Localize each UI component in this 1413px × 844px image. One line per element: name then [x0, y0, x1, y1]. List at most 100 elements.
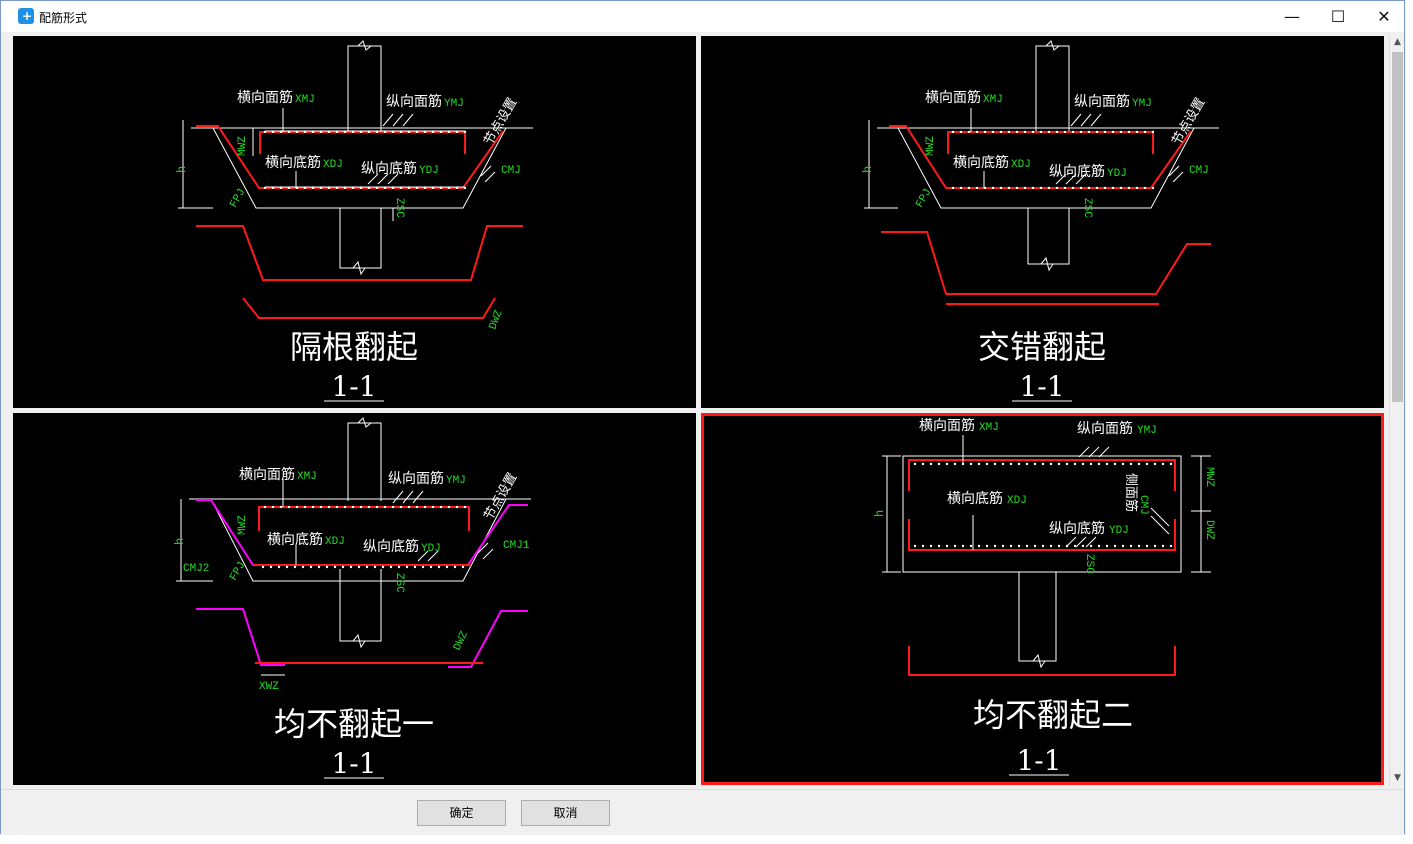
minimize-button[interactable]: —	[1269, 1, 1315, 32]
rebar-dot	[1145, 462, 1149, 466]
label-xmj: XMJ	[979, 422, 999, 434]
rebar-dot	[945, 462, 949, 466]
rebar-dot	[1049, 544, 1053, 548]
rebar-dot	[455, 130, 459, 134]
label-ymj: YMJ	[1132, 98, 1152, 110]
rebar-dot	[1033, 544, 1037, 548]
rebar-dot	[407, 186, 411, 190]
rebar-dot	[1113, 544, 1117, 548]
label-mwz: MWZ	[237, 515, 249, 535]
rebar-dot	[319, 505, 323, 509]
rebar-dot	[463, 186, 467, 190]
rebar-dot	[975, 186, 979, 190]
rebar-dot	[1079, 186, 1083, 190]
label-zsc: ZSC	[393, 573, 405, 593]
rebar-dot	[269, 565, 273, 569]
rebar-dot	[1105, 544, 1109, 548]
rebar-dot	[455, 186, 459, 190]
ok-button[interactable]: 确定	[417, 800, 506, 826]
scroll-thumb[interactable]	[1392, 52, 1403, 402]
rebar-dot	[271, 186, 275, 190]
rebar-dot	[1071, 186, 1075, 190]
label-ydj-cn: 纵向底筋	[363, 538, 419, 555]
rebar-dot	[1023, 186, 1027, 190]
rebar-dot	[1041, 462, 1045, 466]
rebar-dot	[1137, 462, 1141, 466]
rebar-dot	[1001, 462, 1005, 466]
app-logo-icon: +	[18, 8, 34, 24]
section-label: 1-1	[1019, 370, 1064, 403]
rebar-dot	[389, 565, 393, 569]
option-panel-none-bent-1[interactable]: 横向面筋 XMJ 纵向面筋 YMJ 横向底筋 XDJ 纵向底筋 YDJ 节点设置…	[13, 413, 696, 785]
rebar-dot	[1055, 130, 1059, 134]
rebar-dot	[1007, 186, 1011, 190]
maximize-button[interactable]: ☐	[1315, 1, 1361, 32]
rebar-dot	[391, 186, 395, 190]
rebar-dot	[453, 565, 457, 569]
cancel-button[interactable]: 取消	[521, 800, 610, 826]
rebar-dot	[423, 505, 427, 509]
label-xdj-cn: 横向底筋	[265, 154, 321, 171]
option-panel-staggered-bent[interactable]: 横向面筋 XMJ 纵向面筋 YMJ 横向底筋 XDJ 纵向底筋 YDJ 节点设置…	[701, 36, 1384, 408]
rebar-dot	[1039, 130, 1043, 134]
rebar-dot	[375, 505, 379, 509]
label-node: 节点设置	[1169, 95, 1208, 148]
label-ymj-cn: 纵向面筋	[1077, 420, 1133, 437]
rebar-dot	[303, 130, 307, 134]
rebar-dot	[1135, 186, 1139, 190]
label-fpj: FPJ	[228, 187, 248, 210]
rebar-dot	[335, 505, 339, 509]
label-cmj2: CMJ2	[183, 563, 209, 575]
rebar-dot	[1143, 186, 1147, 190]
rebar-dot	[1087, 130, 1091, 134]
rebar-dot	[999, 130, 1003, 134]
label-ydj-cn: 纵向底筋	[1049, 163, 1105, 180]
rebar-dot	[1081, 544, 1085, 548]
option-panel-none-bent-2[interactable]: 横向面筋 XMJ 纵向面筋 YMJ 横向底筋 XDJ 纵向底筋 YDJ 侧面筋 …	[701, 413, 1384, 785]
rebar-dot	[445, 565, 449, 569]
label-xmj-cn: 横向面筋	[919, 417, 975, 434]
rebar-dot	[1057, 544, 1061, 548]
rebar-dot	[1111, 186, 1115, 190]
rebar-dot	[349, 565, 353, 569]
label-ymj-cn: 纵向面筋	[388, 470, 444, 487]
rebar-dot	[447, 505, 451, 509]
drawing-staggered-bent: 横向面筋 XMJ 纵向面筋 YMJ 横向底筋 XDJ 纵向底筋 YDJ 节点设置…	[861, 40, 1219, 403]
label-ydj: YDJ	[419, 165, 439, 177]
close-button[interactable]: ✕	[1361, 1, 1407, 32]
vertical-scrollbar[interactable]: ▲ ▼	[1389, 34, 1404, 786]
label-cmj1: CMJ1	[503, 540, 530, 552]
rebar-dot	[961, 544, 965, 548]
rebar-dot	[277, 565, 281, 569]
label-cmj: CMJ	[1137, 495, 1149, 515]
scroll-down-icon[interactable]: ▼	[1390, 770, 1405, 786]
rebar-dot	[295, 186, 299, 190]
rebar-dot	[301, 565, 305, 569]
scroll-up-icon[interactable]: ▲	[1390, 34, 1405, 50]
rebar-dot	[1121, 462, 1125, 466]
rebar-dot	[1007, 130, 1011, 134]
option-panel-alternate-bent[interactable]: 横向面筋 XMJ 纵向面筋 YMJ 横向底筋 XDJ 纵向底筋 YDJ 节点设置…	[13, 36, 696, 408]
rebar-dot	[1151, 130, 1155, 134]
label-zsc: ZSC	[393, 198, 405, 218]
label-dwz: DWZ	[452, 629, 471, 652]
rebar-dot	[439, 186, 443, 190]
rebar-dot	[1113, 462, 1117, 466]
rebar-dot	[977, 462, 981, 466]
dialog-footer: 确定 取消	[1, 789, 1404, 835]
rebar-dot	[1031, 186, 1035, 190]
rebar-dot	[303, 186, 307, 190]
title-bar[interactable]: + 配筋形式 — ☐ ✕	[1, 1, 1404, 32]
label-ydj: YDJ	[1109, 525, 1129, 537]
rebar-dot	[351, 130, 355, 134]
label-h: h	[861, 166, 875, 173]
rebar-dot	[969, 462, 973, 466]
label-xdj: XDJ	[325, 536, 345, 548]
rebar-dot	[415, 130, 419, 134]
rebar-dot	[325, 565, 329, 569]
rebar-dot	[287, 130, 291, 134]
rebar-dot	[455, 505, 459, 509]
rebar-dot	[429, 565, 433, 569]
rebar-dot	[461, 565, 465, 569]
rebar-dot	[1127, 186, 1131, 190]
